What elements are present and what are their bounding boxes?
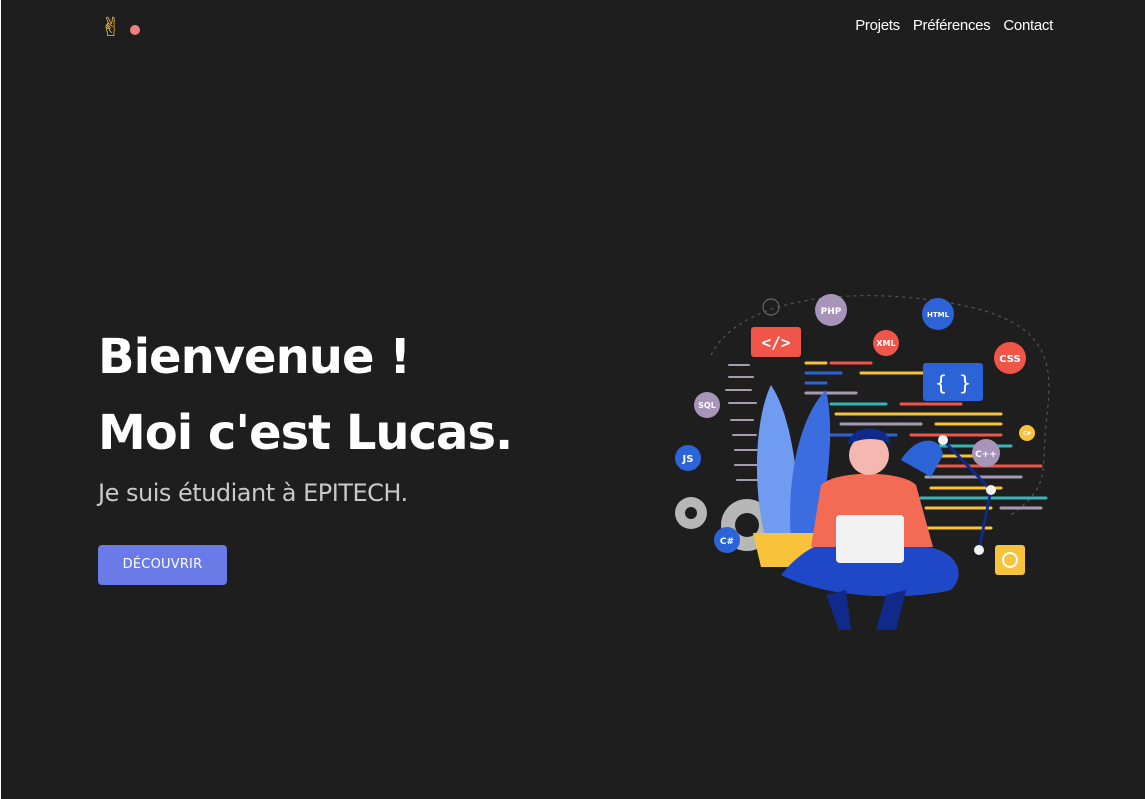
hero-subtitle: Je suis étudiant à EPITECH. [98,479,408,507]
badge-xml: XML [876,339,895,348]
victory-hand-icon: ✌ [100,12,122,42]
badge-css: CSS [999,354,1020,365]
badge-cpp: C++ [975,450,997,460]
svg-text:{ }: { } [935,371,971,395]
nav-link-projets[interactable]: Projets [855,17,900,34]
logo[interactable]: ✌ [100,12,140,42]
badge-html: HTML [927,311,950,319]
hero-title-line1: Bienvenue ! [98,329,411,385]
svg-text:</>: </> [762,333,791,352]
code-tag-badge: </> [751,327,801,357]
hero-title-line2: Moi c'est Lucas. [98,405,513,461]
developer-illustration: </> { } PHP XML HTML CSS SQL JS C++ C# C… [675,294,1050,630]
badge-js: JS [682,454,694,465]
braces-badge: { } [923,363,983,401]
badge-cs-small: C# [1023,431,1031,437]
main-nav: Projets Préférences Contact [855,17,1053,34]
nav-link-contact[interactable]: Contact [1003,17,1053,34]
badge-sql: SQL [698,401,716,410]
logo-dot [129,25,140,35]
page: ✌ Projets Préférences Contact Bienvenue … [0,0,1146,799]
nav-link-preferences[interactable]: Préférences [913,17,991,34]
hero-section: Bienvenue ! Moi c'est Lucas. Je suis étu… [98,329,513,585]
discover-button[interactable]: DÉCOUVRIR [98,545,227,585]
badge-php: PHP [821,307,842,317]
badge-cs: C# [720,537,734,547]
